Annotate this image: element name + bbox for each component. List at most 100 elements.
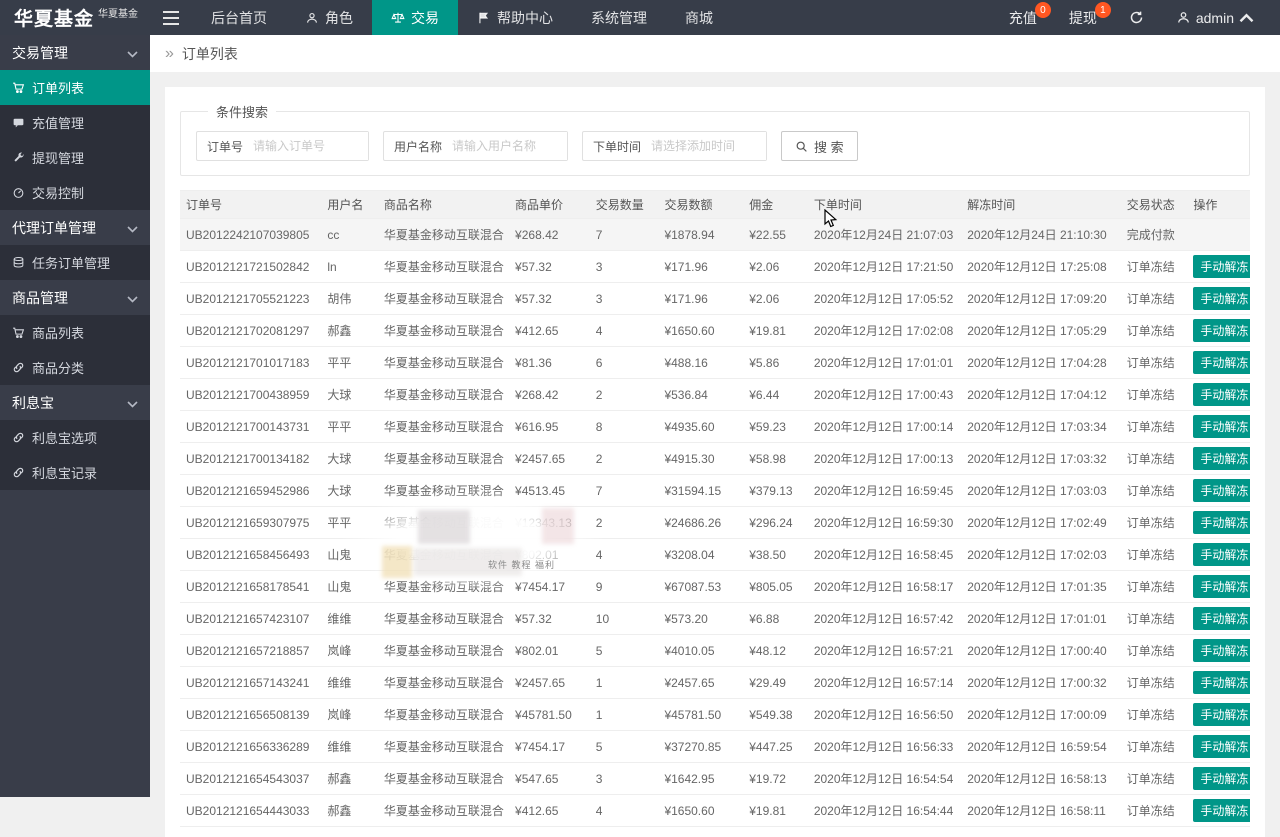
- filter-group-1: 用户名称: [383, 131, 568, 161]
- unfreeze-button[interactable]: 手动解冻: [1193, 543, 1250, 566]
- sidebar-group-0[interactable]: 交易管理: [0, 35, 150, 70]
- unfreeze-button[interactable]: 手动解冻: [1193, 671, 1250, 694]
- sidebar-item-利息宝选项[interactable]: 利息宝选项: [0, 420, 150, 455]
- cell-qty: 3: [590, 283, 659, 315]
- unfreeze-button[interactable]: 手动解冻: [1193, 383, 1250, 406]
- filter-input-0[interactable]: [253, 132, 368, 160]
- cell-order: UB2012121700134182: [180, 443, 321, 475]
- menu-toggle-icon[interactable]: [150, 0, 192, 35]
- unfreeze-button[interactable]: 手动解冻: [1193, 255, 1250, 278]
- unfreeze-button[interactable]: 手动解冻: [1193, 287, 1250, 310]
- top-nav-item-5[interactable]: 商城: [666, 0, 732, 35]
- cell-amount: ¥4935.60: [658, 411, 743, 443]
- withdraw-link[interactable]: 提现 1: [1053, 0, 1113, 35]
- cell-commission: ¥6.88: [743, 603, 808, 635]
- sidebar-item-任务订单管理[interactable]: 任务订单管理: [0, 245, 150, 280]
- cell-qty: 2: [590, 507, 659, 539]
- cell-order: UB2012121654543037: [180, 763, 321, 795]
- cell-qty: 4: [590, 315, 659, 347]
- recharge-link[interactable]: 充值 0: [993, 0, 1053, 35]
- link-icon: [12, 361, 25, 374]
- cell-action: 手动解冻: [1187, 699, 1250, 731]
- cell-qty: 7: [590, 219, 659, 251]
- unfreeze-button[interactable]: 手动解冻: [1193, 575, 1250, 598]
- cell-status: 订单冻结: [1121, 315, 1188, 347]
- cell-price: ¥2457.65: [509, 667, 590, 699]
- cell-time: 2020年12月12日 17:01:01: [808, 347, 961, 379]
- top-nav-item-0[interactable]: 后台首页: [192, 0, 286, 35]
- top-nav-item-3[interactable]: 帮助中心: [458, 0, 572, 35]
- cell-unfreeze: 2020年12月12日 17:00:40: [961, 635, 1120, 667]
- cell-unfreeze: 2020年12月12日 17:03:32: [961, 443, 1120, 475]
- unfreeze-button[interactable]: 手动解冻: [1193, 351, 1250, 374]
- sidebar-item-利息宝记录[interactable]: 利息宝记录: [0, 455, 150, 490]
- sidebar-group-label: 代理订单管理: [12, 218, 96, 238]
- top-header: 华夏基金 华夏基金 后台首页角色交易帮助中心系统管理商城 充值 0 提现 1 a…: [0, 0, 1280, 35]
- user-menu[interactable]: admin: [1160, 0, 1270, 35]
- app-logo: 华夏基金 华夏基金: [0, 0, 150, 35]
- cell-order: UB2012121659307975: [180, 507, 321, 539]
- table-row: UB2012121705521223胡伟华夏基金移动互联混合¥57.323¥17…: [180, 283, 1250, 315]
- cell-qty: 1: [590, 699, 659, 731]
- cell-unfreeze: 2020年12月12日 17:00:09: [961, 699, 1120, 731]
- sidebar-item-交易控制[interactable]: 交易控制: [0, 175, 150, 210]
- cell-user: 维维: [321, 731, 378, 763]
- unfreeze-button[interactable]: 手动解冻: [1193, 447, 1250, 470]
- chevron-down-icon: [127, 45, 138, 61]
- cell-price: ¥7454.17: [509, 731, 590, 763]
- unfreeze-button[interactable]: 手动解冻: [1193, 639, 1250, 662]
- sidebar-item-商品列表[interactable]: 商品列表: [0, 315, 150, 350]
- filter-input-2[interactable]: [651, 132, 766, 160]
- filter-input-1[interactable]: [452, 132, 567, 160]
- table-row: UB2012121702081297郝鑫华夏基金移动互联混合¥412.654¥1…: [180, 315, 1250, 347]
- cell-order: UB2012121701017183: [180, 347, 321, 379]
- table-row: UB2012121658178541山鬼华夏基金移动互联混合¥7454.179¥…: [180, 571, 1250, 603]
- cell-product: 华夏基金移动互联混合: [378, 539, 509, 571]
- cell-user: 岚峰: [321, 635, 378, 667]
- unfreeze-button[interactable]: 手动解冻: [1193, 415, 1250, 438]
- cell-user: 胡伟: [321, 283, 378, 315]
- cell-status: 订单冻结: [1121, 443, 1188, 475]
- cell-status: 订单冻结: [1121, 763, 1188, 795]
- unfreeze-button[interactable]: 手动解冻: [1193, 703, 1250, 726]
- filter-label: 用户名称: [384, 138, 452, 155]
- cell-action: 手动解冻: [1187, 379, 1250, 411]
- cell-amount: ¥24686.26: [658, 507, 743, 539]
- sidebar-item-提现管理[interactable]: 提现管理: [0, 140, 150, 175]
- sidebar-item-label: 利息宝选项: [32, 428, 97, 447]
- unfreeze-button[interactable]: 手动解冻: [1193, 735, 1250, 758]
- cell-price: ¥412.65: [509, 315, 590, 347]
- top-nav-item-4[interactable]: 系统管理: [572, 0, 666, 35]
- sidebar-group-1[interactable]: 代理订单管理: [0, 210, 150, 245]
- unfreeze-button[interactable]: 手动解冻: [1193, 607, 1250, 630]
- sidebar-group-3[interactable]: 利息宝: [0, 385, 150, 420]
- unfreeze-button[interactable]: 手动解冻: [1193, 511, 1250, 534]
- cell-unfreeze: 2020年12月12日 16:59:54: [961, 731, 1120, 763]
- unfreeze-button[interactable]: 手动解冻: [1193, 319, 1250, 342]
- top-nav-item-2[interactable]: 交易: [372, 0, 458, 35]
- sidebar-item-商品分类[interactable]: 商品分类: [0, 350, 150, 385]
- sidebar-item-订单列表[interactable]: 订单列表: [0, 70, 150, 105]
- unfreeze-button[interactable]: 手动解冻: [1193, 799, 1250, 822]
- top-nav-item-1[interactable]: 角色: [286, 0, 372, 35]
- cell-price: ¥57.32: [509, 251, 590, 283]
- sidebar-item-label: 订单列表: [32, 78, 84, 97]
- table-row: UB2012121656336289维维华夏基金移动互联混合¥7454.175¥…: [180, 731, 1250, 763]
- search-filters: 订单号用户名称下单时间搜 索: [196, 131, 1234, 161]
- logo-text: 华夏基金: [14, 4, 94, 31]
- refresh-icon[interactable]: [1113, 0, 1160, 35]
- search-button[interactable]: 搜 索: [781, 131, 858, 161]
- cell-amount: ¥171.96: [658, 283, 743, 315]
- cell-product: 华夏基金移动互联混合: [378, 667, 509, 699]
- sidebar-item-充值管理[interactable]: 充值管理: [0, 105, 150, 140]
- sidebar-group-2[interactable]: 商品管理: [0, 280, 150, 315]
- unfreeze-button[interactable]: 手动解冻: [1193, 479, 1250, 502]
- unfreeze-button[interactable]: 手动解冻: [1193, 767, 1250, 790]
- cell-commission: ¥6.44: [743, 379, 808, 411]
- sidebar-item-label: 任务订单管理: [32, 253, 110, 272]
- cell-order: UB2012121700143731: [180, 411, 321, 443]
- cell-time: 2020年12月12日 17:00:13: [808, 443, 961, 475]
- cell-time: 2020年12月12日 17:00:14: [808, 411, 961, 443]
- cell-price: ¥268.42: [509, 219, 590, 251]
- cell-order: UB2012121657218857: [180, 635, 321, 667]
